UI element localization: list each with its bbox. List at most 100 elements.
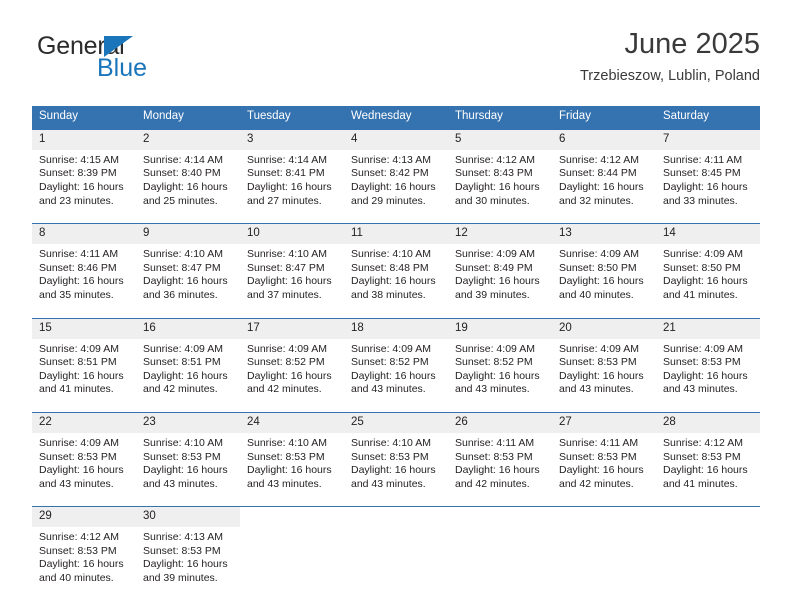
calendar-day-cell[interactable]: 21 Sunrise: 4:09 AM Sunset: 8:53 PM Dayligh… [656, 318, 760, 403]
calendar-header-row-group: Sunday Monday Tuesday Wednesday Thursday… [32, 106, 760, 129]
calendar-day-cell[interactable]: 16 Sunrise: 4:09 AM Sunset: 8:51 PM Dayligh… [136, 318, 240, 403]
day-number: 29 [32, 507, 136, 528]
sunset-text: Sunset: 8:52 PM [351, 356, 429, 369]
calendar-day-cell[interactable]: 9 Sunrise: 4:10 AM Sunset: 8:47 PM Daylight… [136, 224, 240, 308]
sunrise-text: Sunrise: 4:10 AM [143, 436, 223, 449]
sunset-text: Sunset: 8:46 PM [39, 261, 117, 274]
page-title: June 2025 [624, 28, 760, 60]
sunrise-text: Sunrise: 4:09 AM [455, 342, 535, 355]
calendar-week-row: 8 Sunrise: 4:11 AM Sunset: 8:46 PM Daylight… [32, 224, 760, 308]
day-number: 2 [136, 129, 240, 150]
day-details: Sunrise: 4:09 AM Sunset: 8:50 PM Daylight:… [552, 244, 656, 308]
calendar-day-cell[interactable]: 3 Sunrise: 4:14 AM Sunset: 8:41 PM Daylight… [240, 129, 344, 214]
sunset-text: Sunset: 8:44 PM [559, 167, 637, 180]
week-gap-cell [32, 497, 760, 507]
daylight-text-line1: Daylight: 16 hours [351, 180, 436, 193]
sunset-text: Sunset: 8:53 PM [247, 450, 325, 463]
daylight-text-line2: and 42 minutes. [143, 383, 218, 396]
daylight-text-line1: Daylight: 16 hours [143, 180, 228, 193]
calendar-day-cell[interactable]: 13 Sunrise: 4:09 AM Sunset: 8:50 PM Dayligh… [552, 224, 656, 308]
weekday-header-wednesday: Wednesday [344, 106, 448, 129]
calendar-day-cell[interactable]: 4 Sunrise: 4:13 AM Sunset: 8:42 PM Daylight… [344, 129, 448, 214]
day-number: 30 [136, 507, 240, 528]
day-number: 21 [656, 318, 760, 339]
calendar-day-cell[interactable]: 20 Sunrise: 4:09 AM Sunset: 8:53 PM Dayligh… [552, 318, 656, 403]
day-number: 10 [240, 224, 344, 245]
day-details: Sunrise: 4:12 AM Sunset: 8:43 PM Daylight:… [448, 150, 552, 214]
day-details: Sunrise: 4:10 AM Sunset: 8:53 PM Daylight:… [240, 433, 344, 497]
day-number: 11 [344, 224, 448, 245]
weekday-header-sunday: Sunday [32, 106, 136, 129]
daylight-text-line1: Daylight: 16 hours [663, 369, 748, 382]
calendar-day-cell[interactable]: 23 Sunrise: 4:10 AM Sunset: 8:53 PM Dayligh… [136, 412, 240, 497]
day-number [448, 507, 552, 528]
week-gap-cell [32, 308, 760, 318]
day-number: 3 [240, 129, 344, 150]
daylight-text-line2: and 39 minutes. [455, 288, 530, 301]
calendar-day-cell[interactable]: 19 Sunrise: 4:09 AM Sunset: 8:52 PM Dayligh… [448, 318, 552, 403]
sunset-text: Sunset: 8:53 PM [351, 450, 429, 463]
calendar-day-cell[interactable]: 17 Sunrise: 4:09 AM Sunset: 8:52 PM Dayligh… [240, 318, 344, 403]
sunset-text: Sunset: 8:53 PM [143, 450, 221, 463]
calendar-day-cell[interactable]: 15 Sunrise: 4:09 AM Sunset: 8:51 PM Dayligh… [32, 318, 136, 403]
calendar-day-cell[interactable]: 14 Sunrise: 4:09 AM Sunset: 8:50 PM Dayligh… [656, 224, 760, 308]
calendar-day-cell[interactable]: 7 Sunrise: 4:11 AM Sunset: 8:45 PM Daylight… [656, 129, 760, 214]
day-number: 1 [32, 129, 136, 150]
sunset-text: Sunset: 8:51 PM [39, 356, 117, 369]
calendar-day-cell[interactable]: 29 Sunrise: 4:12 AM Sunset: 8:53 PM Dayligh… [32, 507, 136, 591]
calendar-day-cell[interactable]: 12 Sunrise: 4:09 AM Sunset: 8:49 PM Dayligh… [448, 224, 552, 308]
day-number: 28 [656, 412, 760, 433]
sunrise-text: Sunrise: 4:12 AM [663, 436, 743, 449]
calendar-day-cell[interactable]: 10 Sunrise: 4:10 AM Sunset: 8:47 PM Dayligh… [240, 224, 344, 308]
day-details: Sunrise: 4:10 AM Sunset: 8:48 PM Daylight:… [344, 244, 448, 308]
calendar-day-cell[interactable]: 1 Sunrise: 4:15 AM Sunset: 8:39 PM Daylight… [32, 129, 136, 214]
calendar-day-cell[interactable]: 18 Sunrise: 4:09 AM Sunset: 8:52 PM Dayligh… [344, 318, 448, 403]
daylight-text-line2: and 25 minutes. [143, 194, 218, 207]
daylight-text-line1: Daylight: 16 hours [455, 464, 540, 477]
calendar-day-cell[interactable]: 30 Sunrise: 4:13 AM Sunset: 8:53 PM Dayligh… [136, 507, 240, 591]
sunset-text: Sunset: 8:53 PM [455, 450, 533, 463]
day-number: 16 [136, 318, 240, 339]
sunset-text: Sunset: 8:49 PM [455, 261, 533, 274]
daylight-text-line2: and 35 minutes. [39, 288, 114, 301]
calendar-day-cell[interactable]: 28 Sunrise: 4:12 AM Sunset: 8:53 PM Dayligh… [656, 412, 760, 497]
calendar-day-cell[interactable]: 6 Sunrise: 4:12 AM Sunset: 8:44 PM Daylight… [552, 129, 656, 214]
sunrise-text: Sunrise: 4:09 AM [455, 248, 535, 261]
calendar-day-cell-empty [344, 507, 448, 591]
sunrise-text: Sunrise: 4:09 AM [351, 342, 431, 355]
daylight-text-line1: Daylight: 16 hours [143, 275, 228, 288]
day-number: 7 [656, 129, 760, 150]
calendar-day-cell[interactable]: 8 Sunrise: 4:11 AM Sunset: 8:46 PM Daylight… [32, 224, 136, 308]
calendar-day-cell[interactable]: 27 Sunrise: 4:11 AM Sunset: 8:53 PM Dayligh… [552, 412, 656, 497]
day-number: 19 [448, 318, 552, 339]
daylight-text-line1: Daylight: 16 hours [559, 275, 644, 288]
calendar-day-cell[interactable]: 24 Sunrise: 4:10 AM Sunset: 8:53 PM Dayligh… [240, 412, 344, 497]
calendar-day-cell[interactable]: 22 Sunrise: 4:09 AM Sunset: 8:53 PM Dayligh… [32, 412, 136, 497]
daylight-text-line2: and 37 minutes. [247, 288, 322, 301]
daylight-text-line1: Daylight: 16 hours [247, 180, 332, 193]
day-number: 13 [552, 224, 656, 245]
daylight-text-line2: and 41 minutes. [663, 477, 738, 490]
day-details: Sunrise: 4:10 AM Sunset: 8:53 PM Daylight:… [344, 433, 448, 497]
day-details: Sunrise: 4:13 AM Sunset: 8:53 PM Daylight:… [136, 527, 240, 591]
day-details: Sunrise: 4:10 AM Sunset: 8:47 PM Daylight:… [240, 244, 344, 308]
generalblue-logo[interactable]: General Blue [37, 34, 217, 86]
calendar-day-cell[interactable]: 25 Sunrise: 4:10 AM Sunset: 8:53 PM Dayligh… [344, 412, 448, 497]
day-number: 18 [344, 318, 448, 339]
sunset-text: Sunset: 8:53 PM [559, 356, 637, 369]
calendar-day-cell[interactable]: 26 Sunrise: 4:11 AM Sunset: 8:53 PM Dayligh… [448, 412, 552, 497]
calendar-day-cell-empty [448, 507, 552, 591]
day-details [552, 527, 656, 587]
day-details: Sunrise: 4:12 AM Sunset: 8:44 PM Daylight:… [552, 150, 656, 214]
sunrise-text: Sunrise: 4:09 AM [559, 342, 639, 355]
day-details: Sunrise: 4:09 AM Sunset: 8:53 PM Daylight:… [32, 433, 136, 497]
sunrise-text: Sunrise: 4:11 AM [559, 436, 639, 449]
calendar-day-cell[interactable]: 11 Sunrise: 4:10 AM Sunset: 8:48 PM Dayligh… [344, 224, 448, 308]
sunrise-text: Sunrise: 4:13 AM [143, 531, 223, 544]
day-details: Sunrise: 4:09 AM Sunset: 8:50 PM Daylight:… [656, 244, 760, 308]
calendar-day-cell[interactable]: 2 Sunrise: 4:14 AM Sunset: 8:40 PM Daylight… [136, 129, 240, 214]
day-number: 22 [32, 412, 136, 433]
daylight-text-line1: Daylight: 16 hours [39, 464, 124, 477]
calendar-day-cell[interactable]: 5 Sunrise: 4:12 AM Sunset: 8:43 PM Daylight… [448, 129, 552, 214]
sunset-text: Sunset: 8:42 PM [351, 167, 429, 180]
